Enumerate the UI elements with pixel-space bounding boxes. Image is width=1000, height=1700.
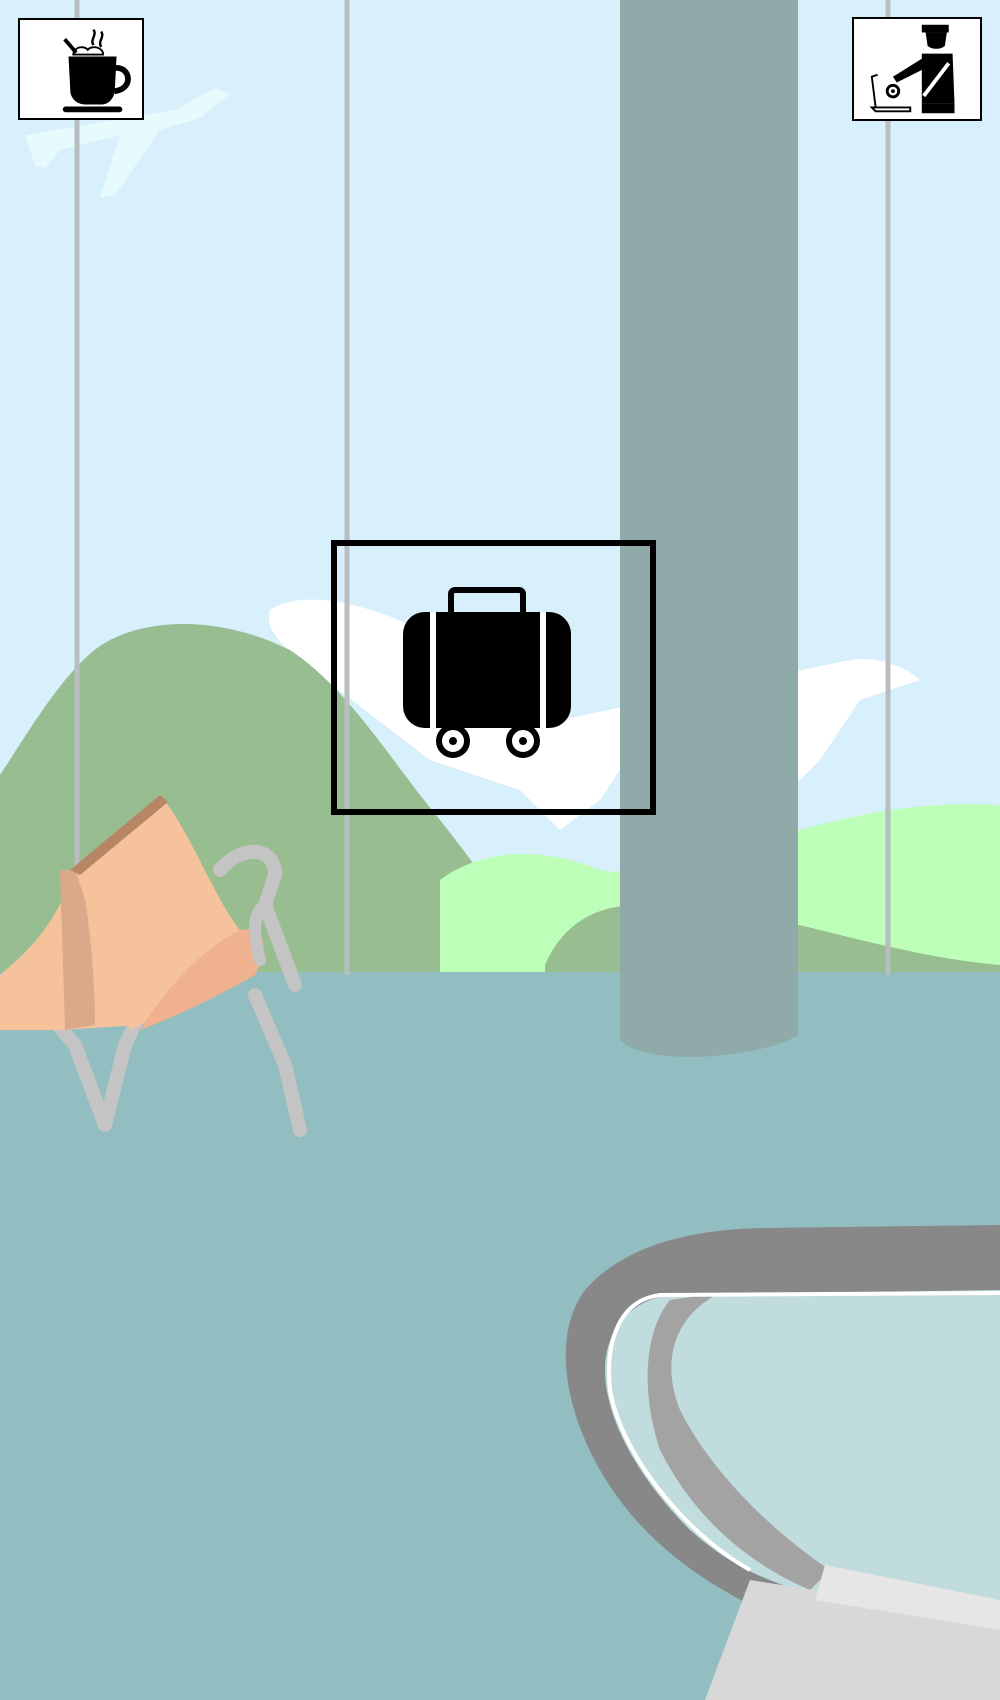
security-check-button[interactable] (852, 17, 982, 121)
security-officer-icon (869, 24, 955, 114)
scene-background (0, 0, 1000, 1700)
coffee-cup-icon (62, 28, 131, 113)
rolling-suitcase-icon (403, 587, 571, 758)
baggage-sign[interactable] (331, 540, 656, 815)
airport-lounge-scene (0, 0, 1000, 1700)
pillar (620, 0, 798, 1057)
cafe-button[interactable] (18, 18, 144, 120)
